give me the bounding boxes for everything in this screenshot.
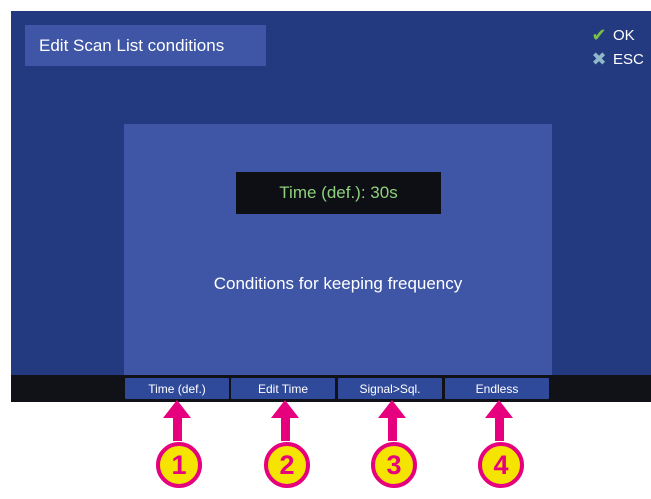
callout-2: 2 [255,400,315,499]
softkey-endless[interactable]: Endless [445,378,549,399]
callout-number: 2 [264,442,310,488]
softkey-edit-time[interactable]: Edit Time [231,378,335,399]
page-title: Edit Scan List conditions [25,25,266,66]
checkmark-icon: ✔ [591,25,607,45]
callout-4: 4 [469,400,529,499]
arrow-shaft [281,414,290,441]
arrow-shaft [388,414,397,441]
callout-number: 1 [156,442,202,488]
callout-number: 4 [478,442,524,488]
conditions-panel: Time (def.): 30s Conditions for keeping … [124,124,552,375]
arrow-shaft [495,414,504,441]
softkey-time-def[interactable]: Time (def.) [125,378,229,399]
device-screen: Edit Scan List conditions ✔ OK ✖ ESC Tim… [11,11,651,402]
ok-key[interactable]: ✔ OK [589,25,651,46]
callout-1: 1 [147,400,207,499]
callout-3: 3 [362,400,422,499]
softkey-bar: Time (def.) Edit Time Signal>Sql. Endles… [11,375,651,402]
conditions-description: Conditions for keeping frequency [213,274,463,293]
time-display: Time (def.): 30s [236,172,441,214]
callout-number: 3 [371,442,417,488]
esc-key[interactable]: ✖ ESC [589,49,651,70]
ok-label: OK [613,27,635,44]
softkey-signal-sql[interactable]: Signal>Sql. [338,378,442,399]
esc-label: ESC [613,51,644,68]
arrow-shaft [173,414,182,441]
cross-icon: ✖ [591,49,607,69]
